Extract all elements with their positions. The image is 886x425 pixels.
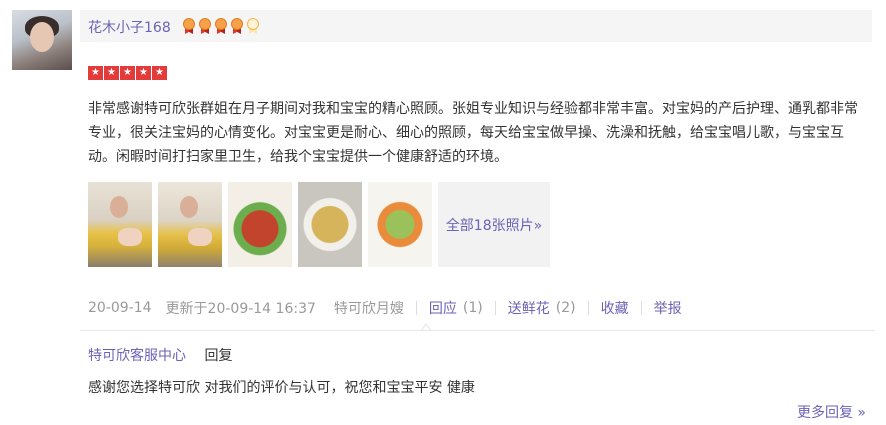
all-photos-link[interactable]: 全部18张照片»	[438, 182, 550, 267]
star-icon: ★	[152, 66, 167, 80]
divider	[494, 301, 496, 315]
review-text: 非常感谢特可欣张群姐在月子期间对我和宝宝的精心照顾。张姐专业知识与经验都非常丰富…	[88, 101, 858, 165]
review-photo-4[interactable]	[298, 182, 362, 267]
star-icon: ★	[88, 66, 103, 80]
user-medals	[182, 18, 260, 34]
medal-icon	[198, 18, 212, 34]
report-link[interactable]: 举报	[654, 298, 682, 318]
section-divider	[80, 330, 875, 331]
review-date: 20-09-14	[88, 300, 152, 316]
more-replies-link[interactable]: 更多回复 »	[797, 402, 866, 422]
review-photo-5[interactable]	[368, 182, 432, 267]
user-avatar[interactable]	[12, 10, 72, 70]
medal-icon	[230, 18, 244, 34]
reply-text: 感谢您选择特可欣 对我们的评价与认可，祝您和宝宝平安 健康	[88, 380, 475, 396]
review-photo-2[interactable]	[158, 182, 222, 267]
divider	[587, 301, 589, 315]
photo-person-head	[180, 196, 198, 218]
photo-baby	[188, 228, 212, 246]
send-flower-link[interactable]: 送鲜花	[508, 298, 550, 318]
avatar-face	[30, 22, 54, 52]
review-photo-1[interactable]	[88, 182, 152, 267]
photo-gallery: 全部18张照片»	[88, 182, 550, 267]
star-icon: ★	[120, 66, 135, 80]
star-icon: ★	[136, 66, 151, 80]
medal-icon	[214, 18, 228, 34]
reply-link[interactable]: 回应	[429, 298, 457, 318]
reply-header: 特可欣客服中心 回复	[88, 345, 232, 365]
favorite-link[interactable]: 收藏	[601, 298, 629, 318]
reply-author-link[interactable]: 特可欣客服中心	[88, 348, 186, 364]
username-link[interactable]: 花木小子168	[88, 17, 171, 37]
reply-count: (1)	[462, 300, 483, 316]
medal-icon	[182, 18, 196, 34]
review-updated: 更新于20-09-14 16:37	[165, 301, 316, 317]
review-header: 花木小子168	[80, 10, 872, 42]
review-meta: 20-09-14 更新于20-09-14 16:37 特可欣月嫂 回应 (1) …	[88, 298, 682, 318]
rating-stars: ★ ★ ★ ★ ★	[88, 66, 167, 80]
flower-count: (2)	[555, 300, 576, 316]
star-icon: ★	[104, 66, 119, 80]
photo-baby	[118, 228, 142, 246]
reply-verb: 回复	[204, 348, 233, 364]
divider	[415, 301, 417, 315]
review-photo-3[interactable]	[228, 182, 292, 267]
photo-person-head	[110, 196, 128, 218]
divider	[640, 301, 642, 315]
shop-name: 特可欣月嫂	[333, 301, 404, 317]
medal-empty-icon	[246, 18, 260, 34]
